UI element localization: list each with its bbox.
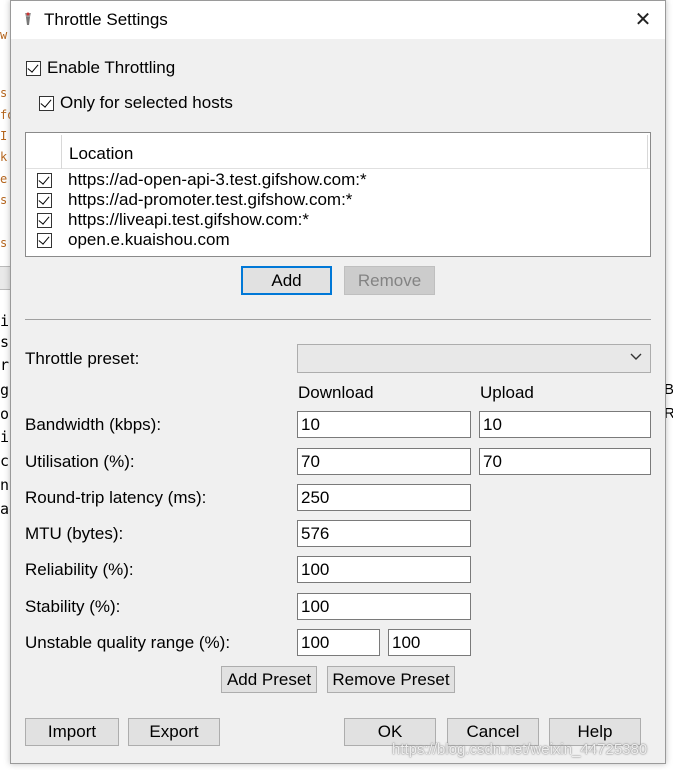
row-checkbox[interactable]: [37, 213, 52, 228]
add-button[interactable]: Add: [241, 266, 332, 295]
watermark: https://blog.csdn.net/weixin_44725380: [392, 741, 648, 758]
bg-text: s:: [0, 86, 10, 100]
bg-text: ag: [0, 500, 10, 518]
bandwidth-label: Bandwidth (kbps):: [25, 415, 162, 434]
reliability-label: Reliability (%):: [25, 560, 134, 579]
reliability-input[interactable]: 100: [297, 556, 471, 583]
stability-input[interactable]: 100: [297, 593, 471, 620]
remove-preset-button[interactable]: Remove Preset: [327, 666, 455, 693]
table-row[interactable]: open.e.kuaishou.com: [26, 230, 650, 250]
remove-button[interactable]: Remove: [344, 266, 435, 295]
column-divider: [61, 135, 62, 169]
export-button[interactable]: Export: [128, 718, 220, 746]
utilisation-download-input[interactable]: 70: [297, 448, 471, 475]
hosts-table[interactable]: Location https://ad-open-api-3.test.gifs…: [25, 132, 651, 257]
table-row[interactable]: https://ad-open-api-3.test.gifshow.com:*: [26, 170, 650, 190]
bg-text: ip: [0, 428, 10, 446]
bg-strip: [0, 266, 10, 290]
app-icon: [25, 12, 31, 25]
background-app-left: w s: fo I k e s s ic su ro gi oc ip ct n…: [0, 0, 10, 770]
bg-text: su: [0, 333, 10, 351]
mtu-label: MTU (bytes):: [25, 524, 124, 543]
location-cell: https://liveapi.test.gifshow.com:*: [68, 210, 309, 229]
only-selected-hosts-checkbox[interactable]: Only for selected hosts: [39, 93, 233, 113]
checkbox-icon: [26, 60, 41, 76]
bg-text: ic: [0, 312, 10, 330]
chevron-down-icon: [630, 353, 642, 360]
column-divider: [647, 135, 648, 169]
separator: [25, 319, 651, 320]
unstable-range-min-input[interactable]: 100: [297, 629, 380, 656]
bg-text: ro: [0, 356, 10, 374]
row-checkbox[interactable]: [37, 233, 52, 248]
bg-text: nt: [0, 476, 10, 494]
throttle-preset-label: Throttle preset:: [25, 349, 140, 368]
unstable-range-max-input[interactable]: 100: [388, 629, 471, 656]
bg-text: s: [0, 236, 8, 250]
bg-text: oc: [0, 405, 10, 423]
import-button[interactable]: Import: [25, 718, 119, 746]
download-column-label: Download: [298, 383, 374, 402]
bg-text: fo: [0, 108, 10, 122]
bg-text: I: [0, 129, 8, 143]
dialog-title: Throttle Settings: [44, 10, 168, 29]
mtu-input[interactable]: 576: [297, 520, 471, 547]
utilisation-upload-input[interactable]: 70: [479, 448, 651, 475]
table-row[interactable]: https://ad-promoter.test.gifshow.com:*: [26, 190, 650, 210]
table-row[interactable]: https://liveapi.test.gifshow.com:*: [26, 210, 650, 230]
unstable-range-label: Unstable quality range (%):: [25, 633, 231, 652]
upload-column-label: Upload: [480, 383, 534, 402]
location-column-header[interactable]: Location: [69, 144, 133, 164]
bandwidth-upload-input[interactable]: 10: [479, 411, 651, 438]
only-selected-hosts-label: Only for selected hosts: [60, 93, 233, 112]
location-cell: https://ad-promoter.test.gifshow.com:*: [68, 190, 353, 209]
bg-text: w: [0, 28, 8, 42]
throttle-settings-dialog: Throttle Settings ✕ Enable Throttling On…: [10, 0, 666, 764]
location-cell: https://ad-open-api-3.test.gifshow.com:*: [68, 170, 367, 189]
utilisation-label: Utilisation (%):: [25, 452, 135, 471]
latency-input[interactable]: 250: [297, 484, 471, 511]
location-cell: open.e.kuaishou.com: [68, 230, 230, 249]
row-checkbox[interactable]: [37, 173, 52, 188]
bandwidth-download-input[interactable]: 10: [297, 411, 471, 438]
enable-throttling-label: Enable Throttling: [47, 58, 176, 77]
row-checkbox[interactable]: [37, 193, 52, 208]
bg-text: s: [0, 193, 8, 207]
table-header: Location: [26, 133, 650, 169]
latency-label: Round-trip latency (ms):: [25, 488, 207, 507]
title-bar[interactable]: Throttle Settings ✕: [11, 1, 665, 39]
checkbox-icon: [39, 95, 54, 111]
close-icon: ✕: [634, 9, 652, 31]
add-preset-button[interactable]: Add Preset: [221, 666, 317, 693]
bg-text: k: [0, 150, 8, 164]
bg-text: ct: [0, 452, 10, 470]
stability-label: Stability (%):: [25, 597, 121, 616]
bg-text: gi: [0, 381, 10, 399]
throttle-preset-select[interactable]: [297, 344, 651, 373]
close-button[interactable]: ✕: [623, 5, 663, 35]
enable-throttling-checkbox[interactable]: Enable Throttling: [26, 58, 175, 78]
bg-text: e: [0, 172, 8, 186]
